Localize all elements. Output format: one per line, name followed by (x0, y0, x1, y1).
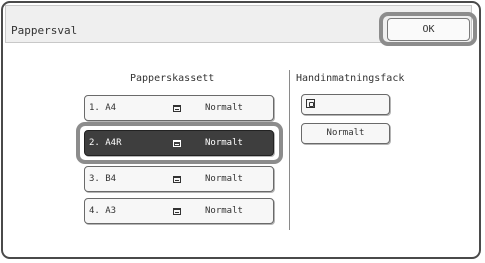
paper-tray-icon (173, 176, 181, 183)
tray-4-button[interactable]: 4. A3 Normalt (84, 198, 274, 224)
paper-type: Normalt (205, 206, 243, 216)
paper-type: Normalt (205, 138, 243, 148)
bypass-tray-button[interactable] (301, 94, 390, 115)
tray-label: 4. A3 (89, 206, 117, 216)
section-divider (289, 70, 290, 230)
paper-tray-icon (173, 105, 181, 112)
tray-1-button[interactable]: 1. A4 Normalt (84, 95, 274, 121)
tray-section-heading: Papperskassett (130, 73, 215, 84)
tray-label: 1. A4 (89, 103, 117, 113)
page-title: Pappersval (11, 24, 78, 37)
paper-tray-icon (173, 140, 181, 147)
bypass-paper-type-button[interactable]: Normalt (301, 123, 390, 144)
paper-tray-icon (173, 208, 181, 215)
ok-button[interactable]: OK (387, 18, 470, 41)
bypass-paper-type: Normalt (326, 128, 365, 138)
tray-3-button[interactable]: 3. B4 Normalt (84, 166, 274, 192)
bypass-tray-icon (306, 99, 315, 108)
paper-type: Normalt (205, 174, 243, 184)
paper-type: Normalt (205, 103, 243, 113)
tray-2-button[interactable]: 2. A4R Normalt (84, 130, 274, 156)
tray-label: 3. B4 (89, 174, 117, 184)
tray-label: 2. A4R (89, 138, 122, 148)
manual-feed-section-heading: Handinmatningsfack (296, 73, 405, 84)
